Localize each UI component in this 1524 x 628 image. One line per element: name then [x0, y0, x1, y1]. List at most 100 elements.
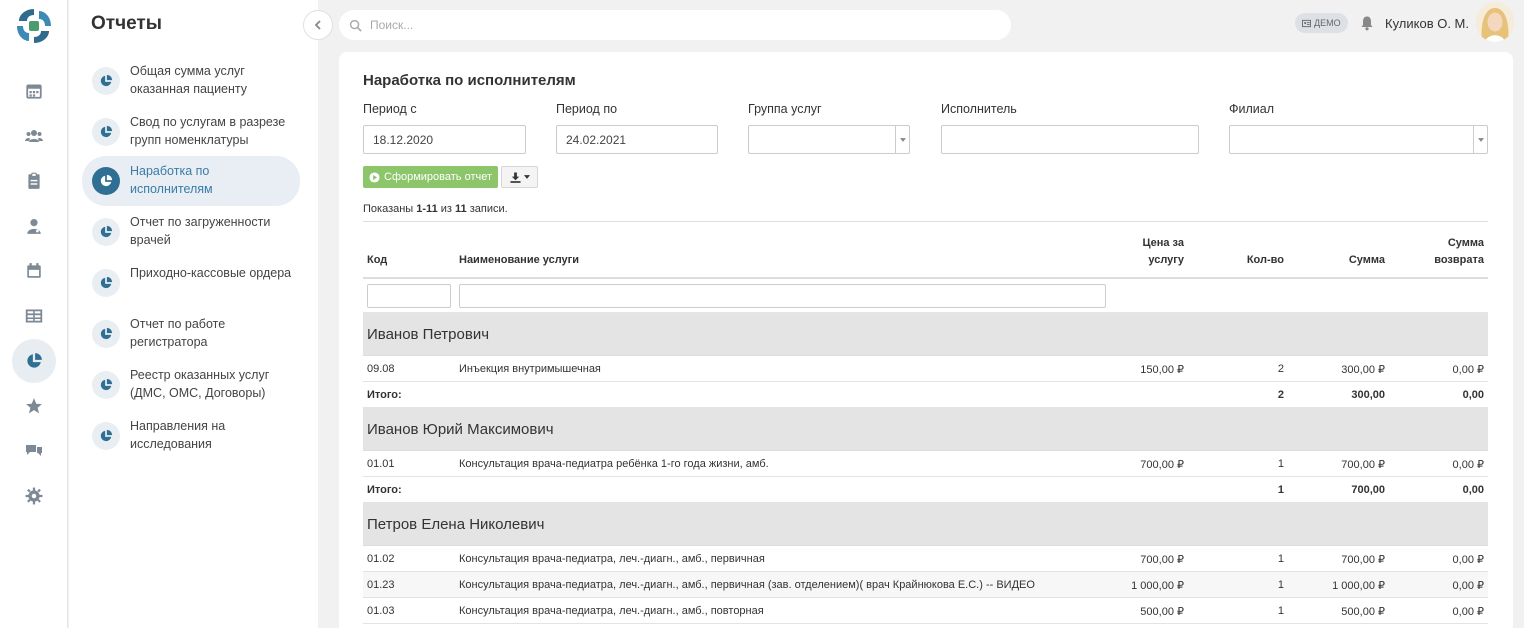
- search-bar[interactable]: [339, 10, 1011, 40]
- table-row[interactable]: 09.08 Инъекция внутримышечная 150,00 ₽ 2…: [363, 356, 1488, 382]
- total-row: Итого: 1 700,00 0,00: [363, 477, 1488, 503]
- calendar-icon[interactable]: [12, 69, 56, 113]
- total-return-sum: 0,00: [1462, 389, 1484, 401]
- sidebar-item-services-registry[interactable]: Реестр оказанных услуг (ДМС, ОМС, Догово…: [82, 360, 300, 410]
- cell-sum: 500,00 ₽: [1341, 606, 1385, 618]
- service-group-select[interactable]: [748, 125, 910, 154]
- col-code[interactable]: Код: [367, 252, 387, 269]
- sidebar-item-label: Отчет по загруженности врачей: [130, 215, 271, 247]
- reports-sidebar: Отчеты Общая сумма услуг оказанная пацие…: [69, 0, 318, 628]
- cell-return-sum: 0,00 ₽: [1452, 459, 1484, 471]
- period-from-field[interactable]: 18.12.2020: [363, 125, 526, 154]
- dropdown-arrow-icon: [1473, 126, 1487, 153]
- calendar-alt-icon[interactable]: [12, 249, 56, 293]
- play-circle-icon: [369, 171, 380, 183]
- star-icon[interactable]: [12, 384, 56, 428]
- sidebar-item-services-summary[interactable]: Свод по услугам в разрезе групп номенкла…: [82, 107, 300, 157]
- users-icon[interactable]: [12, 114, 56, 158]
- pie-chart-icon: [92, 422, 120, 450]
- app-logo-icon[interactable]: [14, 6, 54, 46]
- table-icon[interactable]: [12, 294, 56, 338]
- cell-code: 01.23: [367, 579, 395, 591]
- period-to-field[interactable]: 24.02.2021: [556, 125, 718, 154]
- period-to-label: Период по: [556, 102, 618, 116]
- notifications-bell-icon[interactable]: [1359, 15, 1375, 34]
- cell-qty: 1: [1277, 605, 1284, 617]
- sidebar-item-label: Свод по услугам в разрезе групп номенкла…: [130, 115, 286, 147]
- cell-name: Консультация врача-педиатра, леч.-диагн.…: [459, 605, 764, 617]
- cell-return-sum: 0,00 ₽: [1452, 580, 1484, 592]
- cell-code: 09.08: [367, 363, 395, 375]
- sidebar-item-label: Направления на исследования: [130, 419, 226, 451]
- code-filter-input[interactable]: [367, 284, 451, 308]
- pie-chart-icon[interactable]: [12, 339, 56, 383]
- cell-return-sum: 0,00 ₽: [1452, 364, 1484, 376]
- cell-price: 700,00 ₽: [1140, 459, 1184, 471]
- sidebar-item-label: Отчет по работе регистратора: [130, 317, 226, 349]
- service-group-label: Группа услуг: [748, 102, 822, 116]
- report-table: Код Наименование услуги Цена за услугу Ко…: [363, 221, 1488, 624]
- total-sum: 300,00: [1351, 389, 1385, 401]
- page-title: Наработка по исполнителям: [363, 72, 576, 89]
- table-row[interactable]: 01.01 Консультация врача-педиатра ребёнк…: [363, 451, 1488, 477]
- user-name[interactable]: Куликов О. М.: [1385, 16, 1469, 31]
- cell-name: Инъекция внутримышечная: [459, 363, 601, 375]
- cell-price: 150,00 ₽: [1140, 364, 1184, 376]
- gear-icon[interactable]: [12, 474, 56, 518]
- demo-badge: ДЕМО: [1295, 13, 1348, 33]
- col-qty[interactable]: Кол-во: [1247, 252, 1284, 269]
- pie-chart-icon: [92, 320, 120, 348]
- sidebar-item-total-services[interactable]: Общая сумма услуг оказанная пациенту: [82, 56, 300, 106]
- cell-return-sum: 0,00 ₽: [1452, 606, 1484, 618]
- pie-chart-icon: [92, 67, 120, 95]
- cell-name: Консультация врача-педиатра, леч.-диагн.…: [459, 553, 765, 565]
- group-header: Иванов Петрович: [363, 313, 1488, 356]
- search-icon: [349, 19, 362, 32]
- col-sum[interactable]: Сумма: [1349, 252, 1385, 269]
- cell-code: 01.03: [367, 605, 395, 617]
- cell-name: Консультация врача-педиатра, леч.-диагн.…: [459, 579, 1035, 591]
- total-qty: 2: [1277, 389, 1284, 401]
- branch-select[interactable]: [1229, 125, 1488, 154]
- collapse-sidebar-button[interactable]: [303, 10, 333, 40]
- table-header: Код Наименование услуги Цена за услугу Ко…: [363, 221, 1488, 279]
- sidebar-item-referrals[interactable]: Направления на исследования: [82, 411, 300, 461]
- col-name[interactable]: Наименование услуги: [459, 252, 579, 269]
- filter-row: [363, 279, 1488, 313]
- download-button[interactable]: [501, 166, 538, 188]
- table-row[interactable]: 01.02 Консультация врача-педиатра, леч.-…: [363, 546, 1488, 572]
- chevron-left-icon: [314, 20, 321, 30]
- table-row[interactable]: 01.03 Консультация врача-педиатра, леч.-…: [363, 598, 1488, 624]
- sidebar-item-performer-workload[interactable]: Наработка по исполнителям: [82, 156, 300, 206]
- total-return-sum: 0,00: [1462, 484, 1484, 496]
- sidebar-item-label: Реестр оказанных услуг (ДМС, ОМС, Догово…: [130, 368, 270, 400]
- icon-rail: [0, 0, 68, 628]
- total-row: Итого: 2 300,00 0,00: [363, 382, 1488, 408]
- performer-field[interactable]: [941, 125, 1199, 154]
- table-row[interactable]: 01.23 Консультация врача-педиатра, леч.-…: [363, 572, 1488, 598]
- generate-report-button[interactable]: Сформировать отчет: [363, 166, 498, 188]
- cell-sum: 1 000,00 ₽: [1332, 580, 1385, 592]
- sidebar-item-label: Общая сумма услуг оказанная пациенту: [130, 64, 248, 96]
- chat-icon[interactable]: [12, 429, 56, 473]
- branch-label: Филиал: [1229, 102, 1275, 116]
- cell-sum: 300,00 ₽: [1341, 364, 1385, 376]
- cell-price: 500,00 ₽: [1140, 606, 1184, 618]
- search-input[interactable]: [370, 18, 970, 32]
- sidebar-item-registrar-report[interactable]: Отчет по работе регистратора: [82, 309, 300, 359]
- name-filter-input[interactable]: [459, 284, 1106, 308]
- dropdown-arrow-icon: [895, 126, 909, 153]
- sidebar-item-doctor-load[interactable]: Отчет по загруженности врачей: [82, 207, 300, 257]
- avatar[interactable]: [1476, 2, 1514, 42]
- total-label: Итого:: [367, 389, 402, 401]
- col-return-sum[interactable]: Сумма возврата: [1434, 235, 1484, 269]
- sidebar-item-cash-orders[interactable]: Приходно-кассовые ордера: [82, 258, 300, 308]
- col-price[interactable]: Цена за услугу: [1142, 235, 1184, 269]
- pie-chart-icon: [92, 118, 120, 146]
- clipboard-icon[interactable]: [12, 159, 56, 203]
- cell-qty: 1: [1277, 553, 1284, 565]
- cell-name: Консультация врача-педиатра ребёнка 1-го…: [459, 458, 769, 470]
- doctor-icon[interactable]: [12, 204, 56, 248]
- cell-sum: 700,00 ₽: [1341, 554, 1385, 566]
- cell-qty: 1: [1277, 458, 1284, 470]
